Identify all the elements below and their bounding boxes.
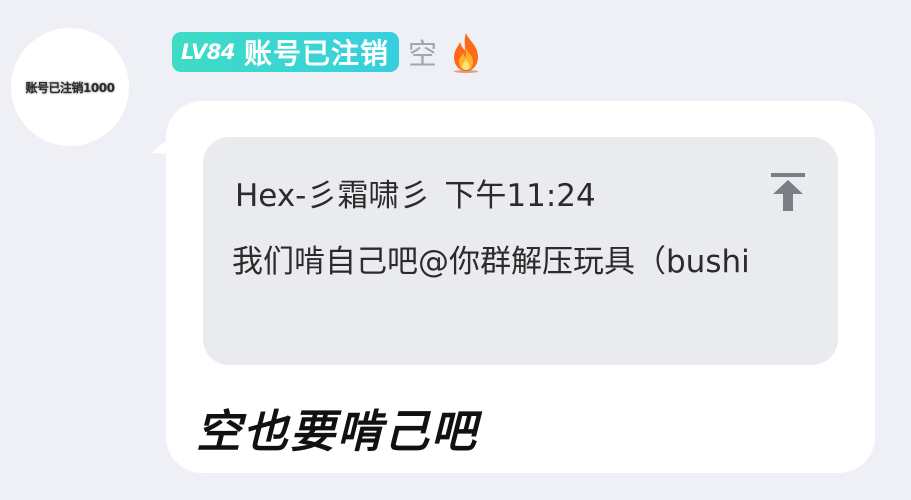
fire-icon[interactable] xyxy=(447,31,485,73)
scroll-to-top-icon[interactable] xyxy=(769,171,807,213)
quote-header: Hex-彡霜啸彡 下午11:24 xyxy=(235,170,596,215)
avatar-text: 账号已注销1000 xyxy=(25,80,115,95)
member-title: 空 xyxy=(407,37,437,71)
sender-info: LV84 账号已注销 空 xyxy=(172,31,485,73)
level-name-badge[interactable]: LV84 账号已注销 xyxy=(172,32,399,72)
quote-author: Hex-彡霜啸彡 xyxy=(235,178,431,214)
quote-time: 下午11:24 xyxy=(444,178,596,214)
quote-text: 我们啃自己吧@你群解压玩具（bushi xyxy=(232,244,750,280)
avatar[interactable]: 账号已注销1000 xyxy=(11,28,129,146)
message-text: 空也要啃己吧 xyxy=(196,405,479,458)
sender-name: 账号已注销 xyxy=(243,37,389,70)
quoted-message[interactable]: Hex-彡霜啸彡 下午11:24 我们啃自己吧@你群解压玩具（bushi xyxy=(203,137,838,365)
level-label: LV84 xyxy=(181,40,235,64)
